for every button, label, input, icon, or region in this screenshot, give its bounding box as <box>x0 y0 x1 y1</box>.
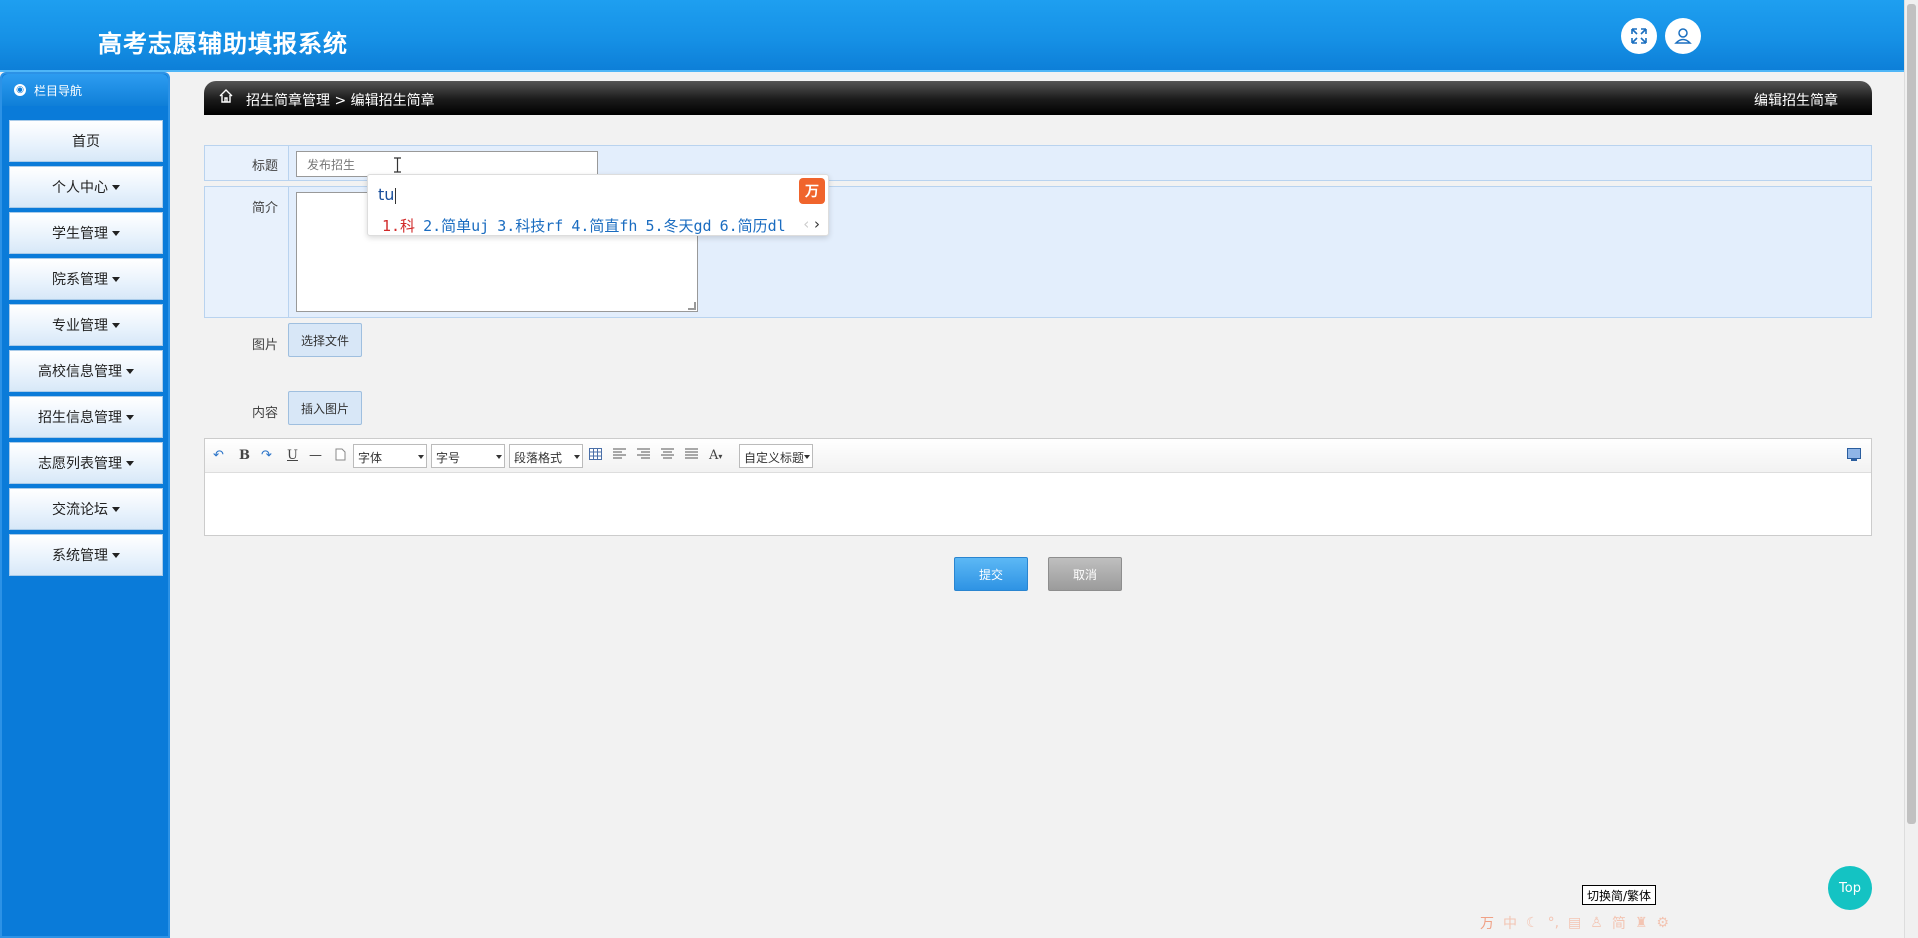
paragraph-format-select[interactable]: 段落格式 <box>509 444 583 468</box>
undo-icon[interactable]: ↶ <box>213 448 224 463</box>
sidebar-item-label: 院系管理 <box>52 272 108 288</box>
breadcrumb: 招生简章管理 > 编辑招生简章 编辑招生简章 <box>204 81 1872 115</box>
choose-file-button[interactable]: 选择文件 <box>288 323 362 357</box>
ime-status-bar[interactable]: 万 中 ☾ °, ▤ ♙ 简 ♜ ⚙ <box>1476 912 1676 934</box>
table-icon[interactable] <box>589 448 602 464</box>
horizontal-rule-icon[interactable]: — <box>309 448 322 463</box>
ime-prev-icon[interactable]: ‹ <box>803 215 809 233</box>
ime-candidate[interactable]: 1.科 <box>382 217 415 235</box>
image-label: 图片 <box>251 338 278 353</box>
custom-title-select[interactable]: 自定义标题 <box>739 444 813 468</box>
title-label: 标题 <box>251 159 278 174</box>
ime-candidates: 1.科 2.简单uj 3.科技rf 4.简直fh 5.冬天gd 6.简历dl <box>382 215 794 236</box>
tooltip: 切换简/繁体 <box>1582 885 1657 905</box>
source-code-icon[interactable] <box>1847 448 1861 465</box>
shirt-icon[interactable]: ♜ <box>1635 915 1648 931</box>
fullscreen-button[interactable] <box>1621 18 1657 54</box>
sidebar-item[interactable]: 招生信息管理 <box>9 396 163 438</box>
align-right-icon[interactable] <box>637 448 650 463</box>
ime-candidate-popup: tu 万 1.科 2.简单uj 3.科技rf 4.简直fh 5.冬天gd 6.简历dl ‹… <box>367 174 829 236</box>
cancel-button[interactable]: 取消 <box>1048 557 1122 591</box>
app-header: 高考志愿辅助填报系统 <box>0 0 1904 72</box>
caret-down-icon <box>112 506 120 512</box>
breadcrumb-path: 招生简章管理 > 编辑招生简章 <box>246 93 435 109</box>
caret-down-icon <box>112 322 120 328</box>
back-to-top-button[interactable]: Top <box>1828 866 1872 910</box>
sidebar-header[interactable]: ◉ 栏目导航 <box>2 74 168 106</box>
caret-down-icon <box>112 552 120 558</box>
ime-candidate[interactable]: 2.简单uj <box>423 217 489 235</box>
text-cursor-icon <box>394 157 401 173</box>
caret-down-icon <box>126 368 134 374</box>
ime-candidate[interactable]: 5.冬天gd <box>645 217 711 235</box>
sidebar-item[interactable]: 院系管理 <box>9 258 163 300</box>
sidebar-item-label: 首页 <box>72 134 100 150</box>
bold-button[interactable]: B <box>239 448 250 463</box>
rich-text-editor: ↶ B ↷ U — 字体 字号 段落格式 A▾ 自定义标题 <box>204 438 1872 536</box>
caret-down-icon <box>126 460 134 466</box>
ime-candidate[interactable]: 3.科技rf <box>497 217 563 235</box>
insert-image-button[interactable]: 插入图片 <box>288 391 362 425</box>
sidebar-item[interactable]: 系统管理 <box>9 534 163 576</box>
font-size-select[interactable]: 字号 <box>431 444 505 468</box>
ime-script-label[interactable]: 简 <box>1612 913 1626 933</box>
ime-page-nav[interactable]: ‹ › <box>803 215 820 233</box>
ime-brand-icon[interactable]: 万 <box>1480 913 1494 933</box>
caret-down-icon <box>112 230 120 236</box>
sidebar-item-label: 交流论坛 <box>52 502 108 518</box>
ime-candidate[interactable]: 4.简直fh <box>571 217 637 235</box>
punctuation-icon[interactable]: °, <box>1548 915 1559 931</box>
page-title: 编辑招生简章 <box>1754 93 1838 109</box>
caret-down-icon <box>112 276 120 282</box>
caret-down-icon <box>112 184 120 190</box>
caret-down-icon <box>126 414 134 420</box>
sidebar-item-label: 招生信息管理 <box>38 410 122 426</box>
editor-content-area[interactable] <box>205 473 1871 535</box>
ime-next-icon[interactable]: › <box>814 215 820 233</box>
sidebar-item[interactable]: 个人中心 <box>9 166 163 208</box>
ime-logo-icon: 万 <box>799 178 825 204</box>
font-color-button[interactable]: A▾ <box>709 448 722 463</box>
sidebar-item[interactable]: 交流论坛 <box>9 488 163 530</box>
ime-mode-label[interactable]: 中 <box>1503 913 1517 933</box>
moon-icon[interactable]: ☾ <box>1526 915 1539 931</box>
user-icon[interactable]: ♙ <box>1590 915 1603 931</box>
collapse-icon: ◉ <box>14 84 26 96</box>
app-title: 高考志愿辅助填报系统 <box>98 30 348 58</box>
sidebar-item[interactable]: 高校信息管理 <box>9 350 163 392</box>
redo-icon[interactable]: ↷ <box>261 448 272 463</box>
new-document-icon[interactable] <box>335 448 346 465</box>
submit-button[interactable]: 提交 <box>954 557 1028 591</box>
sidebar-item-label: 志愿列表管理 <box>38 456 122 472</box>
align-center-icon[interactable] <box>661 448 674 463</box>
gear-icon[interactable]: ⚙ <box>1656 915 1669 931</box>
sidebar-item-label: 个人中心 <box>52 180 108 196</box>
sidebar-item-label: 系统管理 <box>52 548 108 564</box>
align-justify-icon[interactable] <box>685 448 698 463</box>
sidebar-title: 栏目导航 <box>34 83 83 98</box>
editor-toolbar: ↶ B ↷ U — 字体 字号 段落格式 A▾ 自定义标题 <box>205 439 1871 473</box>
sidebar-item-label: 高校信息管理 <box>38 364 122 380</box>
font-family-select[interactable]: 字体 <box>353 444 427 468</box>
expand-icon <box>1631 28 1647 44</box>
sidebar-item[interactable]: 首页 <box>9 120 163 162</box>
resize-handle[interactable] <box>688 302 696 310</box>
sidebar-item[interactable]: 专业管理 <box>9 304 163 346</box>
ime-candidate[interactable]: 6.简历dl <box>720 217 786 235</box>
ime-pinyin: tu <box>378 185 397 204</box>
sidebar-item-label: 专业管理 <box>52 318 108 334</box>
home-icon[interactable] <box>218 88 234 108</box>
sidebar-item[interactable]: 学生管理 <box>9 212 163 254</box>
keyboard-icon[interactable]: ▤ <box>1568 915 1581 931</box>
underline-button[interactable]: U <box>287 448 298 463</box>
user-button[interactable] <box>1665 18 1701 54</box>
sidebar-item-label: 学生管理 <box>52 226 108 242</box>
page-scrollbar[interactable] <box>1904 0 1918 938</box>
user-icon <box>1674 28 1692 44</box>
intro-label: 简介 <box>251 201 278 216</box>
content-label: 内容 <box>251 406 278 421</box>
align-left-icon[interactable] <box>613 448 626 463</box>
sidebar-item[interactable]: 志愿列表管理 <box>9 442 163 484</box>
scrollbar-thumb[interactable] <box>1907 4 1916 824</box>
